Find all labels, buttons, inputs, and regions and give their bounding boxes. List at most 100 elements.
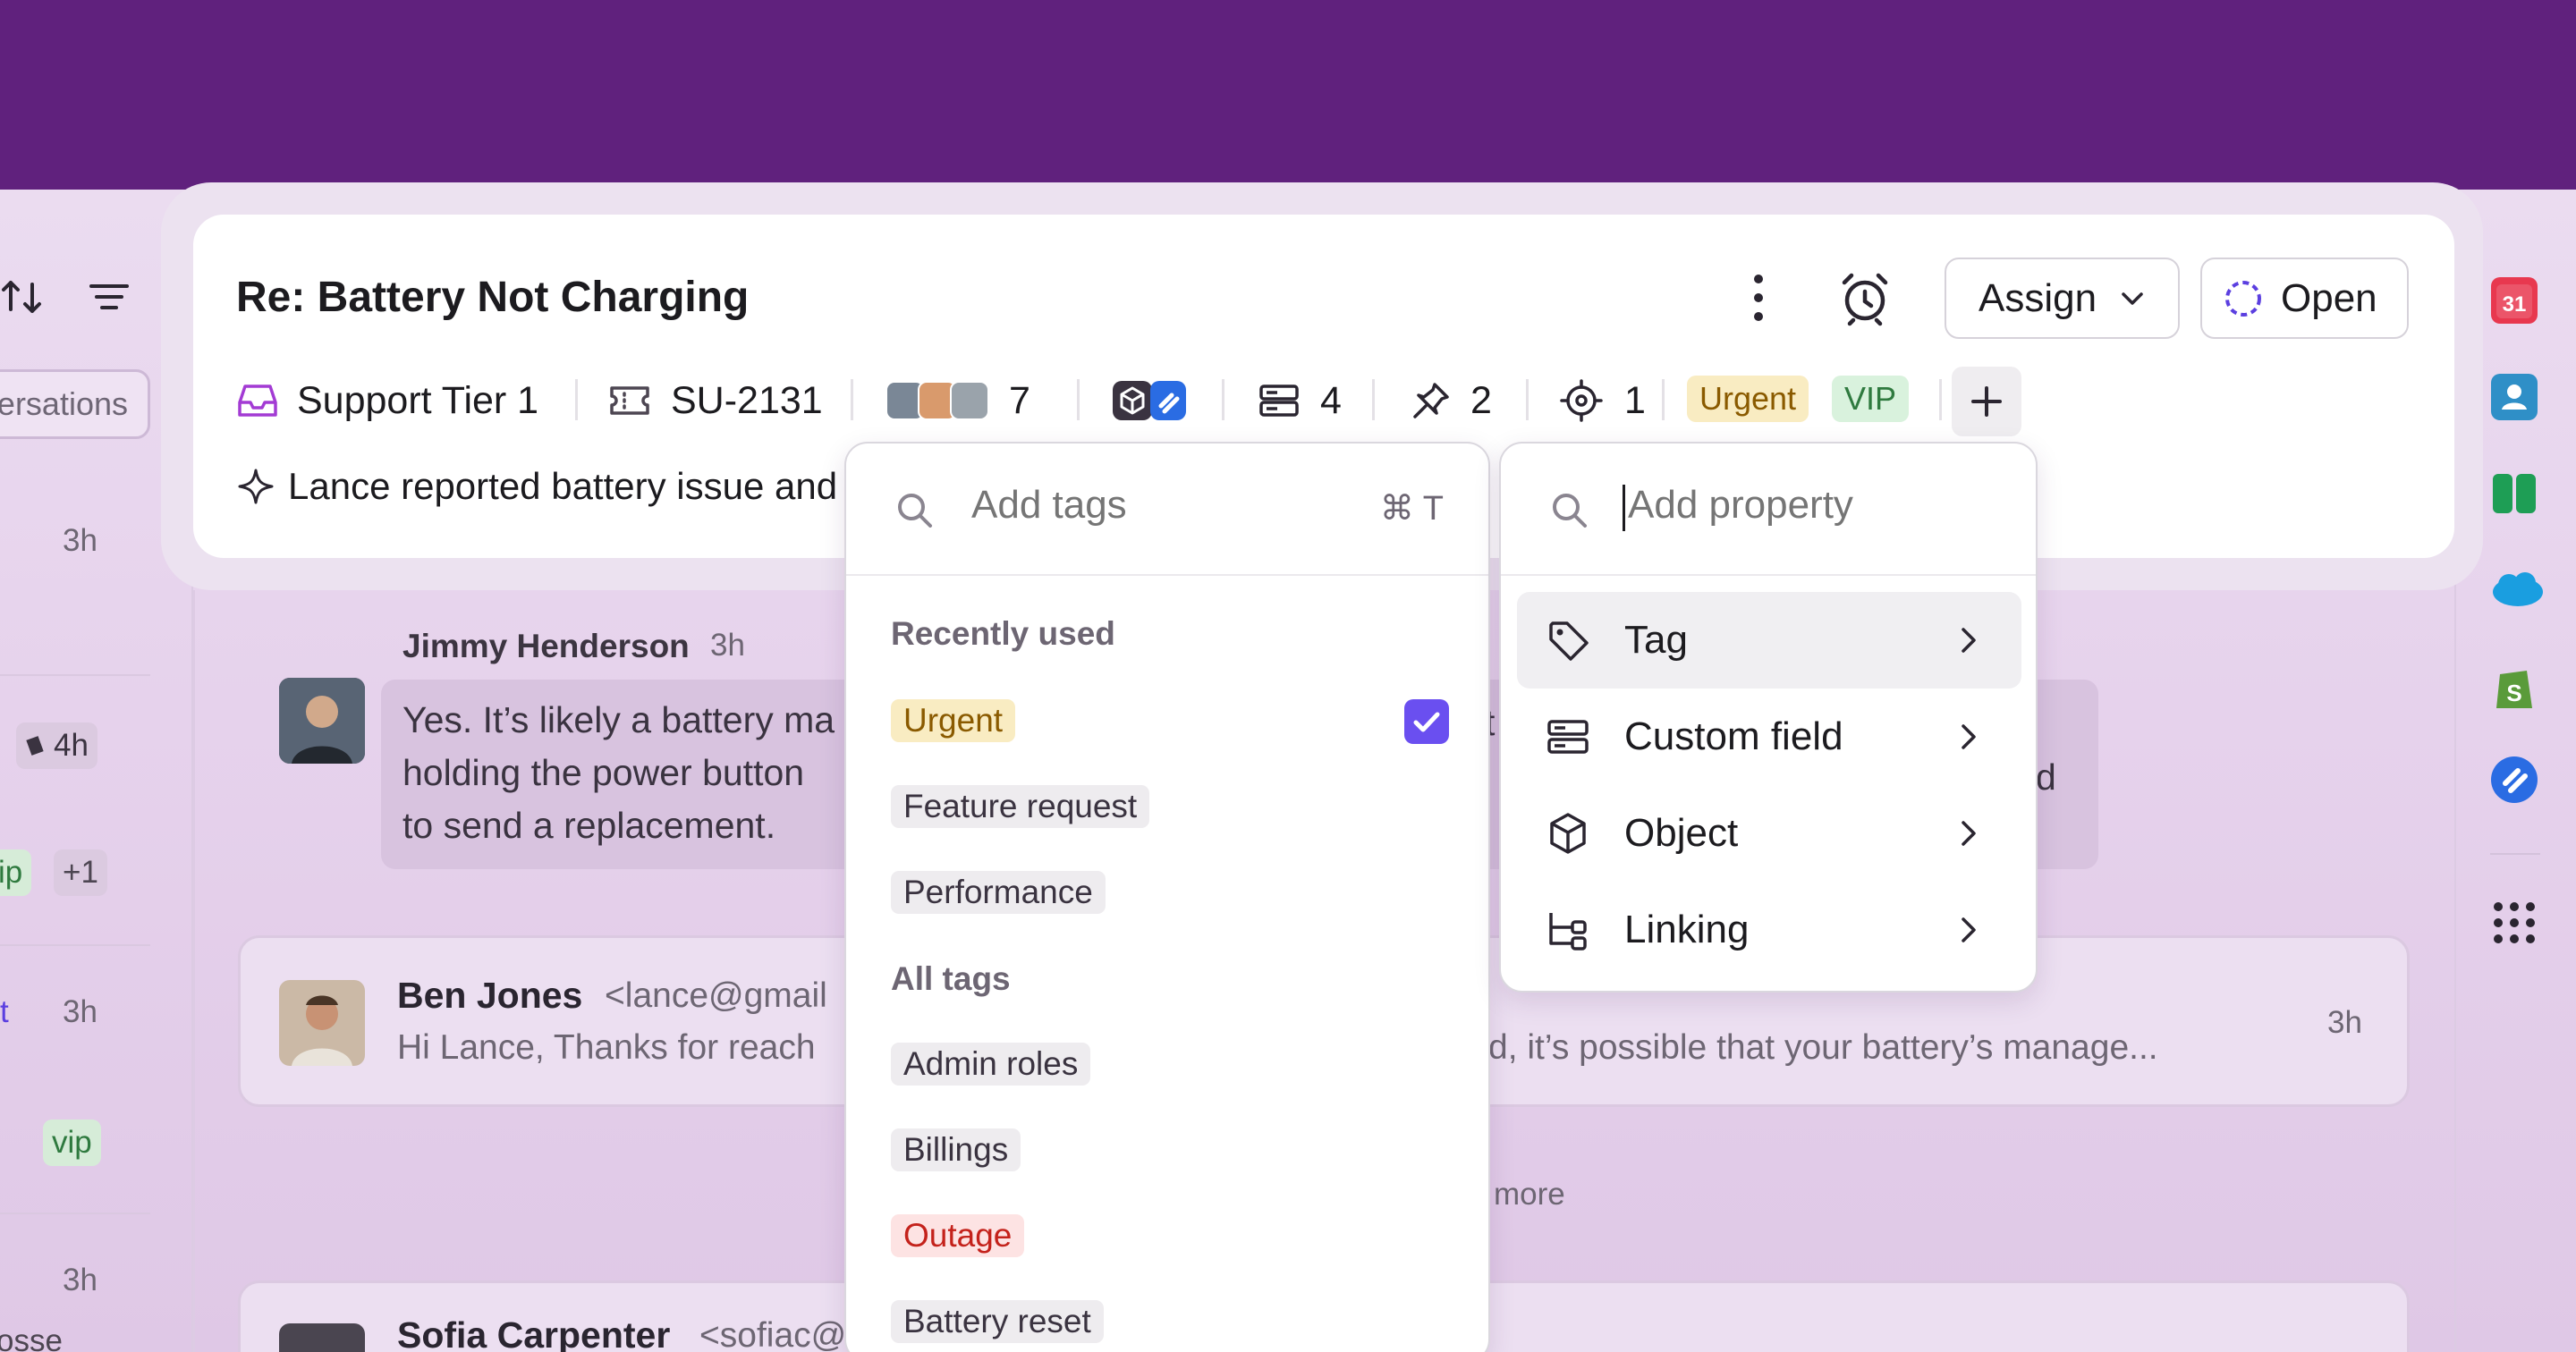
meta-separator xyxy=(1939,379,1942,420)
pins-count: 2 xyxy=(1470,378,1492,422)
sheets-icon[interactable] xyxy=(2491,470,2538,517)
ai-summary-clip: Lance reported battery issue and xyxy=(236,456,844,519)
tag-option-battery-reset[interactable]: Battery reset xyxy=(891,1300,1104,1343)
property-option-custom-field[interactable]: Custom field xyxy=(1517,689,2021,785)
conversations-filter-pill[interactable]: ersations xyxy=(0,369,150,439)
vip-badge: ip xyxy=(0,849,32,896)
inbox-meta[interactable]: Support Tier 1 xyxy=(236,374,538,427)
chevron-right-icon xyxy=(1962,917,1976,942)
tracking-meta[interactable]: 1 xyxy=(1560,374,1646,427)
tags-search-bar: ⌘ T xyxy=(846,444,1488,576)
jira-icon[interactable] xyxy=(2491,756,2538,803)
chevron-right-icon xyxy=(1962,628,1976,653)
message-preview: Hi Lance, Thanks for reach xyxy=(397,1028,816,1067)
cube-icon xyxy=(1550,813,1586,854)
sparkle-icon xyxy=(238,469,274,504)
linked-objects-meta[interactable] xyxy=(1111,374,1188,427)
pin-icon xyxy=(1413,383,1449,418)
list-divider xyxy=(0,674,150,676)
property-option-tag[interactable]: Tag xyxy=(1517,592,2021,689)
property-option-label: Tag xyxy=(1624,618,1688,662)
ai-summary-text: Lance reported battery issue and xyxy=(288,465,838,507)
list-item-time: 3h xyxy=(63,994,97,1029)
salesforce-icon[interactable] xyxy=(2491,567,2543,613)
custom-fields-count: 4 xyxy=(1320,378,1342,422)
status-open-icon xyxy=(2225,280,2261,317)
google-calendar-icon[interactable]: 31 xyxy=(2491,277,2538,324)
chevron-right-icon xyxy=(1962,724,1976,749)
tag-option-billings[interactable]: Billings xyxy=(891,1128,1021,1171)
apps-grid-icon[interactable] xyxy=(2491,900,2538,946)
ticket-id-meta[interactable]: SU-2131 xyxy=(608,374,823,427)
tag-option-feature-request[interactable]: Feature request xyxy=(891,785,1150,828)
list-item-time: 3h xyxy=(63,1263,97,1297)
shopify-icon[interactable]: S xyxy=(2491,662,2538,708)
message-email: <lance@gmail xyxy=(605,976,827,1015)
svg-text:S: S xyxy=(2506,680,2521,706)
ticket-id: SU-2131 xyxy=(671,378,823,422)
tag-option-performance[interactable]: Performance xyxy=(891,871,1106,914)
property-search-input[interactable] xyxy=(1628,483,2004,528)
vip-badge: vip xyxy=(43,1120,101,1166)
property-option-label: Linking xyxy=(1624,908,1750,951)
ai-summary[interactable]: Lance reported battery issue and xyxy=(236,465,837,508)
meta-separator xyxy=(575,379,578,420)
filter-icon[interactable] xyxy=(86,274,132,320)
snooze-alarm-icon[interactable] xyxy=(1835,268,1894,327)
assign-button[interactable]: Assign xyxy=(1945,258,2180,339)
tag-option-admin-roles[interactable]: Admin roles xyxy=(891,1043,1091,1086)
avatar xyxy=(279,1323,365,1352)
search-icon xyxy=(1553,494,1587,528)
avatar xyxy=(279,980,365,1066)
participants-count: 7 xyxy=(1009,378,1030,422)
participants-meta[interactable]: 7 xyxy=(886,374,1030,427)
sort-icon[interactable] xyxy=(0,274,47,320)
participant-avatar xyxy=(950,381,989,420)
pins-meta[interactable]: 2 xyxy=(1410,374,1492,427)
tags-search-input[interactable] xyxy=(971,483,1347,528)
more-tags-badge: +1 xyxy=(54,849,107,896)
custom-field-icon xyxy=(1547,720,1589,754)
link-tree-icon xyxy=(1549,913,1587,951)
message-body: Yes. It’s likely a battery ma holding th… xyxy=(402,694,850,852)
message-line: holding the power button xyxy=(402,752,805,793)
more-options-icon[interactable] xyxy=(1741,266,1776,329)
search-icon xyxy=(898,494,932,528)
recently-used-heading: Recently used xyxy=(891,615,1115,652)
custom-field-icon xyxy=(1259,384,1299,417)
status-label: Open xyxy=(2281,275,2377,320)
list-divider xyxy=(0,1213,150,1214)
ticket-icon xyxy=(610,386,649,415)
target-icon xyxy=(1560,379,1603,422)
message-author: Ben Jones xyxy=(397,975,583,1016)
message-time: 3h xyxy=(2327,1005,2362,1040)
custom-fields-meta[interactable]: 4 xyxy=(1258,374,1342,427)
property-option-label: Custom field xyxy=(1624,714,1843,758)
contacts-icon[interactable] xyxy=(2491,374,2538,420)
property-option-object[interactable]: Object xyxy=(1517,785,2021,882)
add-property-button[interactable] xyxy=(1952,367,2021,436)
message-preview: d, it’s possible that your battery’s man… xyxy=(1488,1028,2158,1067)
ticket-title: Re: Battery Not Charging xyxy=(236,274,750,321)
meta-separator xyxy=(1526,379,1529,420)
tag-option-outage[interactable]: Outage xyxy=(891,1214,1025,1257)
list-item-link-fragment[interactable]: t xyxy=(0,994,9,1030)
add-property-popover: Tag Custom field Object Linking xyxy=(1499,442,2038,993)
show-more-link[interactable]: more xyxy=(1494,1177,1565,1213)
property-option-linking[interactable]: Linking xyxy=(1517,882,2021,978)
tag-option-urgent[interactable]: Urgent xyxy=(891,699,1016,742)
tag-icon xyxy=(1549,621,1589,661)
status-open-button[interactable]: Open xyxy=(2200,258,2409,339)
message-line: to send a replacement. xyxy=(402,805,776,846)
chevron-right-icon xyxy=(1962,821,1976,846)
tag-checkbox-checked[interactable] xyxy=(1404,699,1449,744)
jira-link-icon xyxy=(1150,381,1186,420)
message-text-fragment: d xyxy=(2036,756,2056,798)
message-author: Jimmy Henderson xyxy=(402,628,690,664)
message-author: Sofia Carpenter xyxy=(397,1314,671,1352)
tag-vip[interactable]: VIP xyxy=(1832,376,1910,422)
tag-urgent[interactable]: Urgent xyxy=(1687,376,1809,422)
list-item-preview-fragment: osse xyxy=(0,1323,63,1352)
inbox-label: Support Tier 1 xyxy=(297,378,539,422)
window-top-band xyxy=(0,0,2576,190)
